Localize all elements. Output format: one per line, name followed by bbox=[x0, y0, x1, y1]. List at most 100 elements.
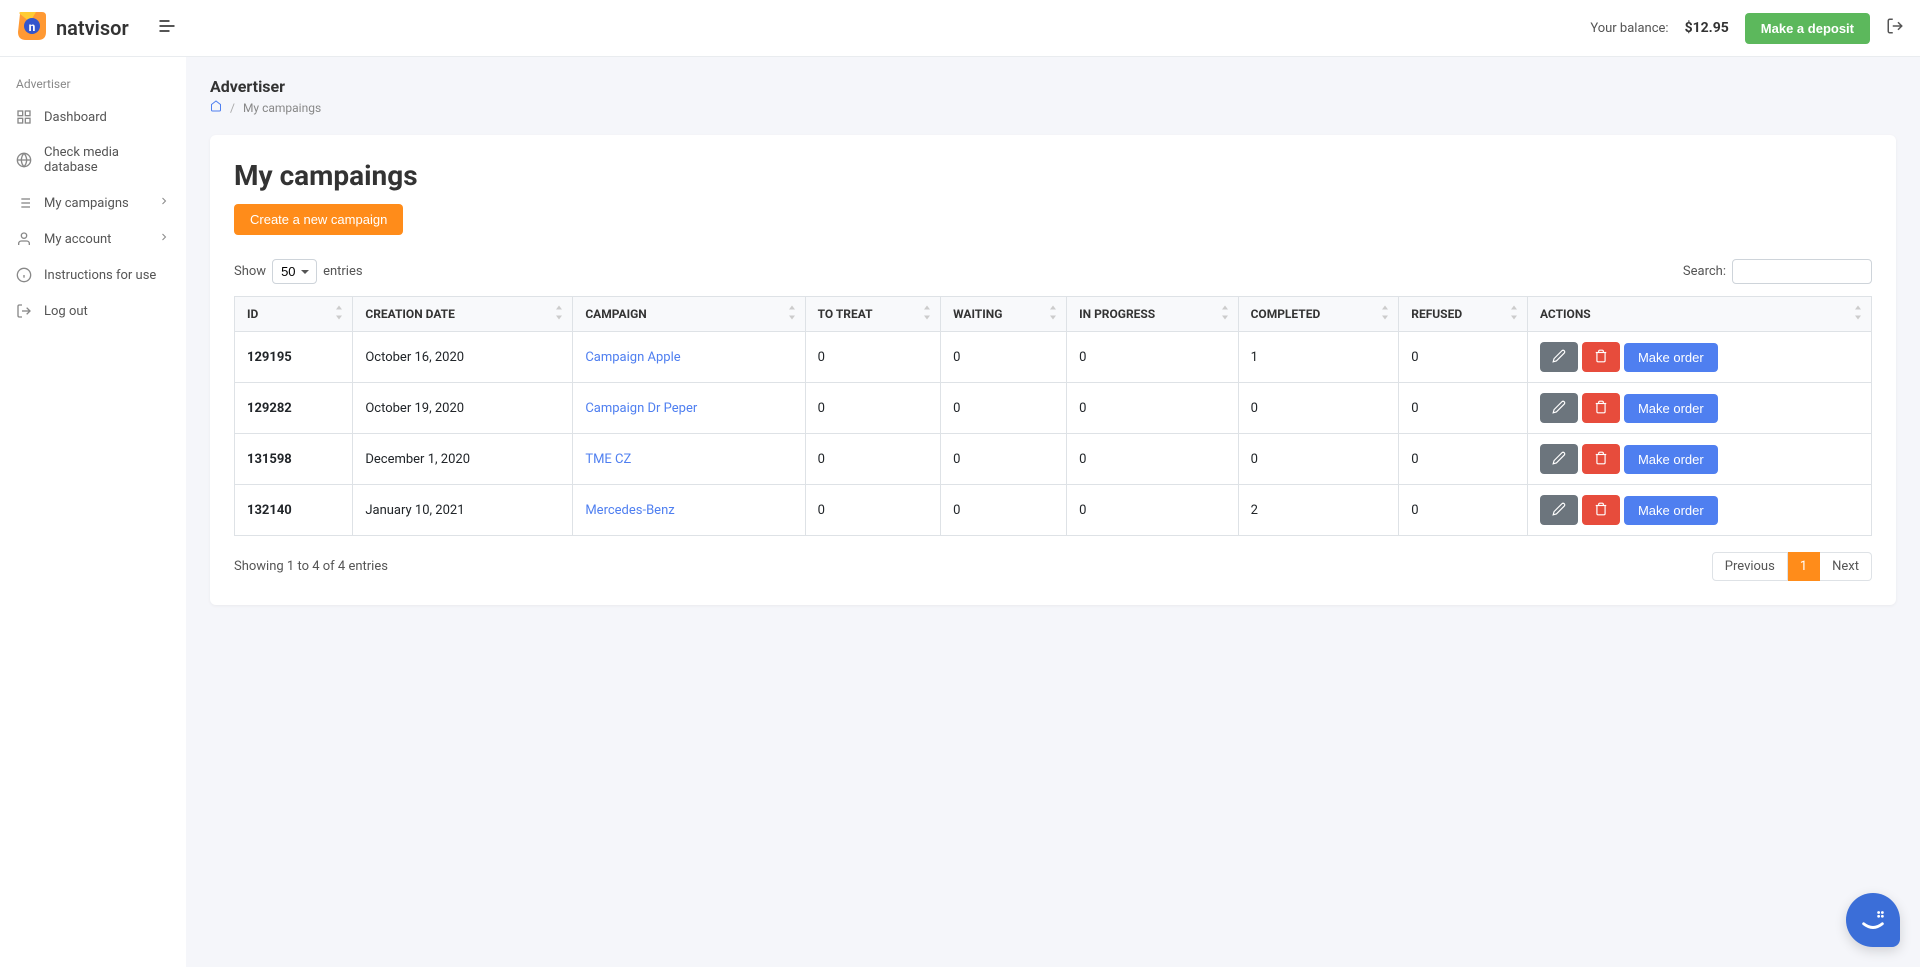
table-row: 132140January 10, 2021Mercedes-Benz00020… bbox=[235, 485, 1872, 536]
logo-icon: n bbox=[16, 10, 48, 46]
pagination-page-1[interactable]: 1 bbox=[1788, 552, 1820, 581]
table-cell: 0 bbox=[1238, 383, 1399, 434]
make-order-button[interactable]: Make order bbox=[1624, 496, 1718, 525]
table-cell: 0 bbox=[1067, 434, 1238, 485]
table-cell: October 16, 2020 bbox=[353, 332, 573, 383]
breadcrumb-current: My campaings bbox=[243, 101, 321, 115]
column-header[interactable]: WAITING bbox=[941, 297, 1067, 332]
table-cell: 129195 bbox=[235, 332, 353, 383]
table-cell: 0 bbox=[805, 434, 941, 485]
campaign-link[interactable]: TME CZ bbox=[585, 452, 631, 467]
table-cell: 0 bbox=[941, 434, 1067, 485]
make-order-button[interactable]: Make order bbox=[1624, 394, 1718, 423]
make-deposit-button[interactable]: Make a deposit bbox=[1745, 13, 1870, 44]
sidebar-item-dashboard[interactable]: Dashboard bbox=[0, 99, 186, 135]
table-cell: 0 bbox=[805, 485, 941, 536]
table-cell: Campaign Apple bbox=[573, 332, 805, 383]
main-content: Advertiser / My campaings My campaings C… bbox=[186, 57, 1920, 967]
show-label-pre: Show bbox=[234, 264, 266, 279]
chat-widget[interactable] bbox=[1846, 893, 1900, 947]
table-cell: Mercedes-Benz bbox=[573, 485, 805, 536]
actions-cell: Make order bbox=[1527, 383, 1871, 434]
dashboard-icon bbox=[16, 109, 32, 125]
table-row: 129195October 16, 2020Campaign Apple0001… bbox=[235, 332, 1872, 383]
table-cell: 0 bbox=[805, 332, 941, 383]
column-header[interactable]: COMPLETED bbox=[1238, 297, 1399, 332]
make-order-button[interactable]: Make order bbox=[1624, 343, 1718, 372]
table-cell: 0 bbox=[805, 383, 941, 434]
delete-button[interactable] bbox=[1582, 444, 1620, 474]
campaign-link[interactable]: Mercedes-Benz bbox=[585, 503, 674, 518]
campaigns-table: IDCREATION DATECAMPAIGNTO TREATWAITINGIN… bbox=[234, 296, 1872, 536]
table-cell: 131598 bbox=[235, 434, 353, 485]
search-input[interactable] bbox=[1732, 259, 1872, 284]
sidebar: Advertiser Dashboard Check media databas… bbox=[0, 57, 186, 967]
table-cell: December 1, 2020 bbox=[353, 434, 573, 485]
column-header[interactable]: REFUSED bbox=[1399, 297, 1528, 332]
edit-button[interactable] bbox=[1540, 444, 1578, 474]
sidebar-item-instructions[interactable]: Instructions for use bbox=[0, 257, 186, 293]
sidebar-item-label: Instructions for use bbox=[44, 268, 156, 283]
table-cell: 0 bbox=[1399, 434, 1528, 485]
column-header[interactable]: CAMPAIGN bbox=[573, 297, 805, 332]
table-cell: 0 bbox=[941, 485, 1067, 536]
column-header[interactable]: TO TREAT bbox=[805, 297, 941, 332]
column-header[interactable]: CREATION DATE bbox=[353, 297, 573, 332]
logo-text: natvisor bbox=[56, 16, 129, 40]
trash-icon bbox=[1594, 400, 1608, 417]
menu-toggle-icon[interactable] bbox=[149, 8, 185, 48]
table-cell: 1 bbox=[1238, 332, 1399, 383]
trash-icon bbox=[1594, 349, 1608, 366]
pencil-icon bbox=[1552, 349, 1566, 366]
campaign-link[interactable]: Campaign Apple bbox=[585, 350, 680, 365]
breadcrumb-separator: / bbox=[230, 101, 235, 115]
make-order-button[interactable]: Make order bbox=[1624, 445, 1718, 474]
pencil-icon bbox=[1552, 400, 1566, 417]
sidebar-item-logout[interactable]: Log out bbox=[0, 293, 186, 329]
table-cell: 0 bbox=[1067, 383, 1238, 434]
table-cell: 0 bbox=[941, 332, 1067, 383]
column-header[interactable]: ACTIONS bbox=[1527, 297, 1871, 332]
delete-button[interactable] bbox=[1582, 342, 1620, 372]
sidebar-item-campaigns[interactable]: My campaigns bbox=[0, 185, 186, 221]
sort-icon bbox=[1380, 306, 1390, 323]
edit-button[interactable] bbox=[1540, 495, 1578, 525]
sort-icon bbox=[1048, 306, 1058, 323]
show-label-post: entries bbox=[323, 264, 363, 279]
table-cell: 0 bbox=[1067, 485, 1238, 536]
column-header[interactable]: ID bbox=[235, 297, 353, 332]
sort-icon bbox=[922, 306, 932, 323]
sidebar-item-media-database[interactable]: Check media database bbox=[0, 135, 186, 185]
table-cell: 2 bbox=[1238, 485, 1399, 536]
table-cell: January 10, 2021 bbox=[353, 485, 573, 536]
trash-icon bbox=[1594, 451, 1608, 468]
logo[interactable]: n natvisor bbox=[16, 10, 129, 46]
table-info: Showing 1 to 4 of 4 entries bbox=[234, 559, 388, 574]
pagination-next[interactable]: Next bbox=[1820, 552, 1872, 581]
actions-cell: Make order bbox=[1527, 332, 1871, 383]
home-icon[interactable] bbox=[210, 100, 222, 115]
create-campaign-button[interactable]: Create a new campaign bbox=[234, 204, 403, 235]
pencil-icon bbox=[1552, 502, 1566, 519]
balance-amount: $12.95 bbox=[1685, 20, 1729, 36]
pagination-prev[interactable]: Previous bbox=[1712, 552, 1788, 581]
sidebar-item-account[interactable]: My account bbox=[0, 221, 186, 257]
edit-button[interactable] bbox=[1540, 393, 1578, 423]
trash-icon bbox=[1594, 502, 1608, 519]
sidebar-item-label: Dashboard bbox=[44, 110, 107, 125]
sort-icon bbox=[334, 306, 344, 323]
campaigns-card: My campaings Create a new campaign Show … bbox=[210, 135, 1896, 605]
svg-text:n: n bbox=[29, 20, 36, 34]
campaign-link[interactable]: Campaign Dr Peper bbox=[585, 401, 697, 416]
column-header[interactable]: IN PROGRESS bbox=[1067, 297, 1238, 332]
edit-button[interactable] bbox=[1540, 342, 1578, 372]
delete-button[interactable] bbox=[1582, 495, 1620, 525]
header-logout-icon[interactable] bbox=[1886, 17, 1904, 39]
delete-button[interactable] bbox=[1582, 393, 1620, 423]
sidebar-item-label: My account bbox=[44, 232, 111, 247]
card-title: My campaings bbox=[234, 159, 1872, 192]
chevron-right-icon bbox=[158, 231, 170, 247]
entries-select[interactable]: 50 bbox=[272, 259, 317, 284]
table-cell: 0 bbox=[1399, 332, 1528, 383]
page-title: Advertiser bbox=[210, 77, 1896, 96]
